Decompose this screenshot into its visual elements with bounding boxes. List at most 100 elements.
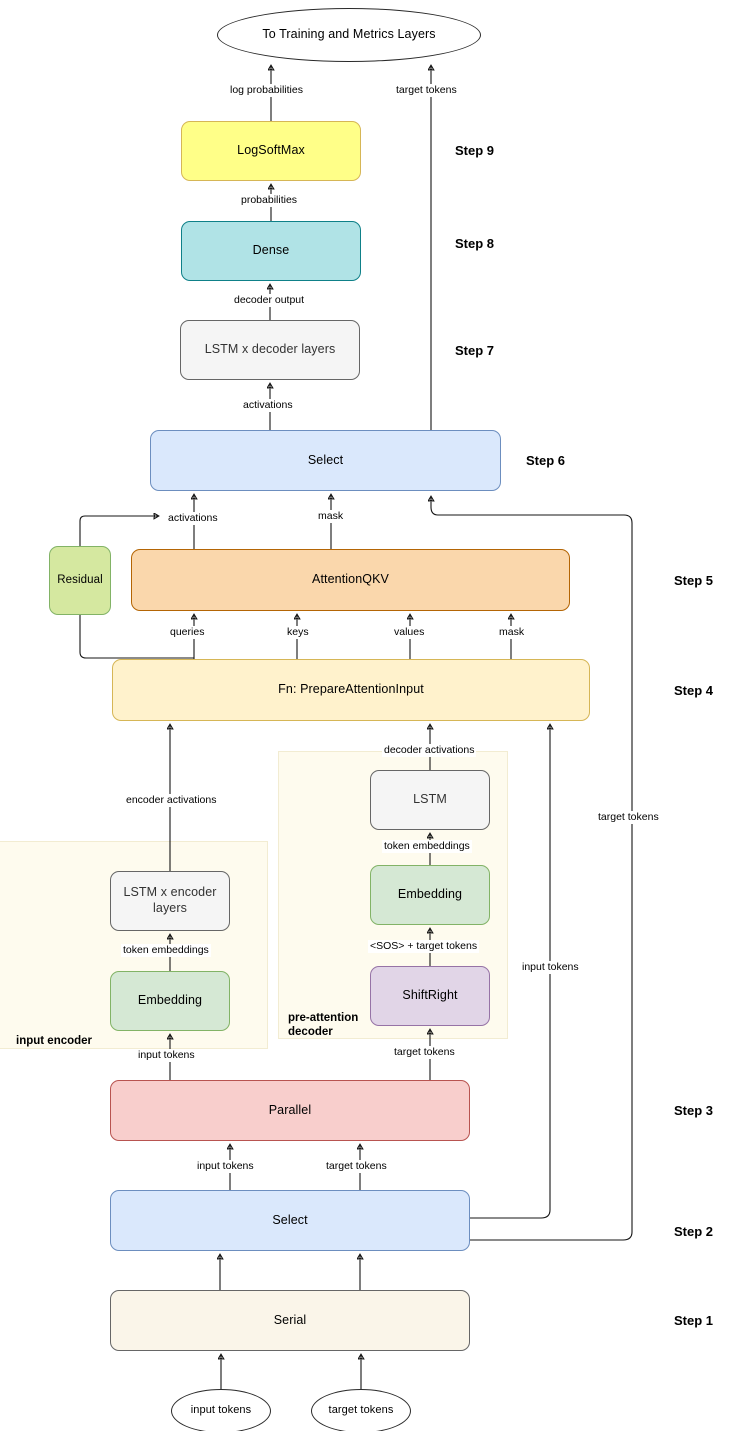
node-residual[interactable]: Residual — [49, 546, 111, 615]
node-label: Fn: PrepareAttentionInput — [278, 682, 424, 697]
container-label-text: pre-attention decoder — [288, 1012, 359, 1039]
edge-label-text: input tokens — [138, 1049, 195, 1061]
step-label-text: Step 9 — [455, 143, 495, 158]
label-pre-attention-decoder: pre-attention decoder — [288, 997, 358, 1039]
edge-label-activations-residual: activations — [166, 512, 220, 525]
node-embedding-decoder[interactable]: Embedding — [370, 865, 490, 925]
step-label-4: Step 4 — [674, 683, 713, 698]
node-label: Embedding — [397, 887, 463, 902]
edge-label-target-tokens-top: target tokens — [394, 84, 459, 97]
edge-label-mask-attention: mask — [497, 626, 527, 639]
edge-label-log-probabilities: log probabilities — [228, 84, 305, 97]
edge-label-text: values — [394, 626, 425, 638]
edge-label-encoder-activations: encoder activations — [124, 794, 219, 807]
node-label: Serial — [273, 1312, 307, 1327]
node-fn-prepare-attention-input[interactable]: Fn: PrepareAttentionInput — [112, 659, 590, 721]
node-label: LSTM x decoder layers — [204, 342, 336, 357]
node-parallel[interactable]: Parallel — [110, 1080, 470, 1141]
node-label: Residual — [57, 574, 103, 587]
node-label: To Training and Metrics Layers — [262, 27, 436, 42]
edge-label-values: values — [392, 626, 427, 639]
node-lstm-decoder[interactable]: LSTM — [370, 770, 490, 830]
step-label-text: Step 4 — [674, 683, 714, 698]
edge-label-text: mask — [499, 626, 525, 638]
step-label-text: Step 5 — [674, 573, 714, 588]
label-input-encoder: input encoder — [16, 1020, 92, 1048]
edge-label-decoder-activations: decoder activations — [382, 744, 477, 757]
node-lstm-encoder-layers[interactable]: LSTM x encoder layers — [110, 871, 230, 931]
edge-label-input-tokens-encoder: input tokens — [136, 1049, 197, 1062]
edge-label-target-tokens-right: target tokens — [596, 811, 661, 824]
node-label: Embedding — [137, 993, 203, 1008]
step-label-text: Step 3 — [674, 1103, 714, 1118]
edge-label-text: token embeddings — [384, 840, 470, 852]
node-label: input tokens — [190, 1404, 252, 1417]
edge-label-text: activations — [243, 399, 293, 411]
edge-label-text: input tokens — [522, 961, 579, 973]
edge-label-text: decoder activations — [384, 744, 475, 756]
step-label-2: Step 2 — [674, 1224, 713, 1239]
node-label: Select — [307, 452, 344, 467]
node-to-training-and-metrics-layers[interactable]: To Training and Metrics Layers — [217, 8, 481, 62]
step-label-8: Step 8 — [455, 236, 494, 251]
edge-label-text: mask — [318, 510, 344, 522]
node-dense[interactable]: Dense — [181, 221, 361, 281]
edge-label-token-embeddings-decoder: token embeddings — [382, 840, 472, 853]
node-select-step6[interactable]: Select — [150, 430, 501, 491]
edge-label-probabilities: probabilities — [239, 194, 300, 207]
node-label: LSTM — [413, 792, 447, 807]
edge-label-text: activations — [168, 512, 218, 524]
edge-label-text: keys — [287, 626, 309, 638]
node-label: ShiftRight — [402, 988, 458, 1003]
node-label: LogSoftMax — [237, 143, 305, 158]
edge-label-text: log probabilities — [230, 84, 303, 96]
node-label: Select — [272, 1212, 308, 1227]
step-label-text: Step 8 — [455, 236, 495, 251]
node-embedding-encoder[interactable]: Embedding — [110, 971, 230, 1031]
edge-label-text: target tokens — [598, 811, 659, 823]
diagram-canvas: To Training and Metrics Layers LogSoftMa… — [0, 0, 751, 1431]
edge-label-input-tokens-parallel: input tokens — [195, 1160, 256, 1173]
edge-label-text: <SOS> + target tokens — [370, 940, 478, 952]
edge-label-text: target tokens — [396, 84, 457, 96]
node-label: AttentionQKV — [312, 572, 389, 587]
step-label-3: Step 3 — [674, 1103, 713, 1118]
container-label-text: input encoder — [16, 1035, 93, 1048]
edge-label-text: queries — [170, 626, 205, 638]
step-label-5: Step 5 — [674, 573, 713, 588]
step-label-text: Step 6 — [526, 453, 566, 468]
edge-label-activations-top: activations — [241, 399, 295, 412]
edge-label-token-embeddings-encoder: token embeddings — [121, 944, 211, 957]
node-label: target tokens — [328, 1404, 394, 1417]
terminal-target-tokens[interactable]: target tokens — [311, 1389, 411, 1431]
edge-label-text: input tokens — [197, 1160, 254, 1172]
step-label-7: Step 7 — [455, 343, 494, 358]
step-label-text: Step 1 — [674, 1313, 714, 1328]
edge-label-target-tokens-parallel: target tokens — [324, 1160, 389, 1173]
edge-label-input-tokens-right: input tokens — [520, 961, 581, 974]
edge-label-text: decoder output — [234, 294, 305, 306]
node-logsoftmax[interactable]: LogSoftMax — [181, 121, 361, 181]
edge-label-decoder-output: decoder output — [232, 294, 307, 307]
node-shiftright[interactable]: ShiftRight — [370, 966, 490, 1026]
edge-label-target-tokens-decoder: target tokens — [392, 1046, 457, 1059]
node-lstm-decoder-layers[interactable]: LSTM x decoder layers — [180, 320, 360, 380]
node-serial[interactable]: Serial — [110, 1290, 470, 1351]
node-label: Dense — [252, 243, 290, 258]
node-label: LSTM x encoder layers — [123, 885, 217, 915]
edge-label-mask-select: mask — [316, 510, 346, 523]
step-label-9: Step 9 — [455, 143, 494, 158]
step-label-text: Step 2 — [674, 1224, 714, 1239]
terminal-input-tokens[interactable]: input tokens — [171, 1389, 271, 1431]
edge-label-text: target tokens — [326, 1160, 387, 1172]
step-label-6: Step 6 — [526, 453, 565, 468]
edge-label-sos-plus-target-tokens: <SOS> + target tokens — [368, 940, 480, 953]
node-select-step2[interactable]: Select — [110, 1190, 470, 1251]
edge-label-keys: keys — [285, 626, 311, 639]
edge-label-text: probabilities — [241, 194, 298, 206]
step-label-1: Step 1 — [674, 1313, 713, 1328]
edge-label-text: token embeddings — [123, 944, 209, 956]
node-attentionqkv[interactable]: AttentionQKV — [131, 549, 570, 611]
edge-label-text: encoder activations — [126, 794, 217, 806]
step-label-text: Step 7 — [455, 343, 495, 358]
